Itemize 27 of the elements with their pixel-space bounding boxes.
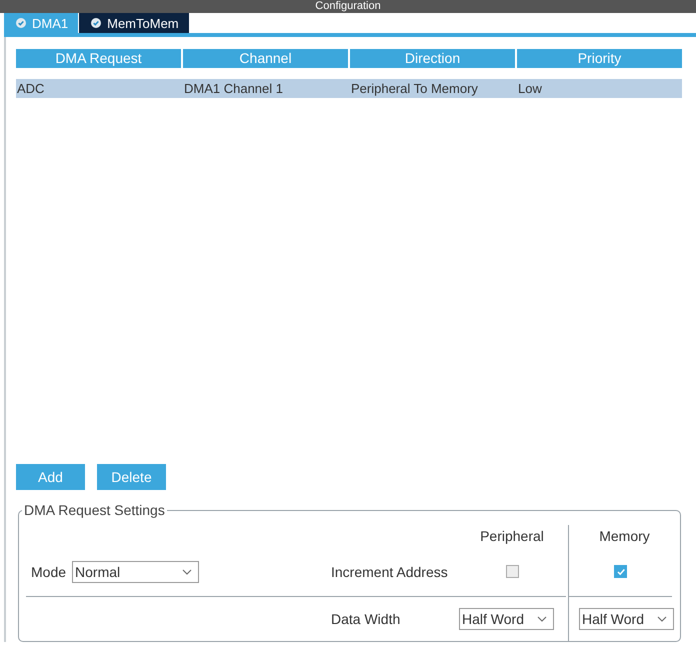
chevron-down-icon (537, 616, 547, 622)
check-circle-icon (91, 18, 102, 28)
table-row[interactable]: ADC DMA1 Channel 1 Peripheral To Memory Low (16, 79, 682, 98)
action-button[interactable]: Delete (97, 464, 166, 490)
column-header[interactable]: Direction (350, 49, 515, 68)
column-header[interactable]: DMA Request (16, 49, 181, 68)
check-circle-icon (16, 18, 26, 28)
data-width-dropdown[interactable]: Half Word (459, 608, 554, 630)
checkmark-icon (616, 566, 626, 576)
tab[interactable]: DMA1 (4, 13, 78, 33)
action-button[interactable]: Add (16, 464, 85, 490)
increment-label: Increment Address (331, 564, 448, 580)
tab[interactable]: MemToMem (79, 13, 189, 33)
data-width-dropdown[interactable]: Half Word (579, 608, 674, 630)
column-header[interactable]: Channel (183, 49, 348, 68)
data-width-label: Data Width (331, 611, 400, 627)
group-title: DMA Request Settings (22, 502, 167, 518)
chevron-down-icon (657, 616, 667, 622)
column-label: Peripheral (480, 528, 544, 544)
column-label: Memory (599, 528, 650, 544)
column-header[interactable]: Priority (517, 49, 682, 68)
window-title: Configuration (315, 0, 381, 13)
mode-dropdown[interactable]: Normal (72, 560, 200, 582)
checkbox[interactable] (614, 565, 627, 578)
mode-label: Mode (31, 564, 66, 580)
checkbox[interactable] (506, 565, 518, 578)
chevron-down-icon (182, 568, 192, 574)
